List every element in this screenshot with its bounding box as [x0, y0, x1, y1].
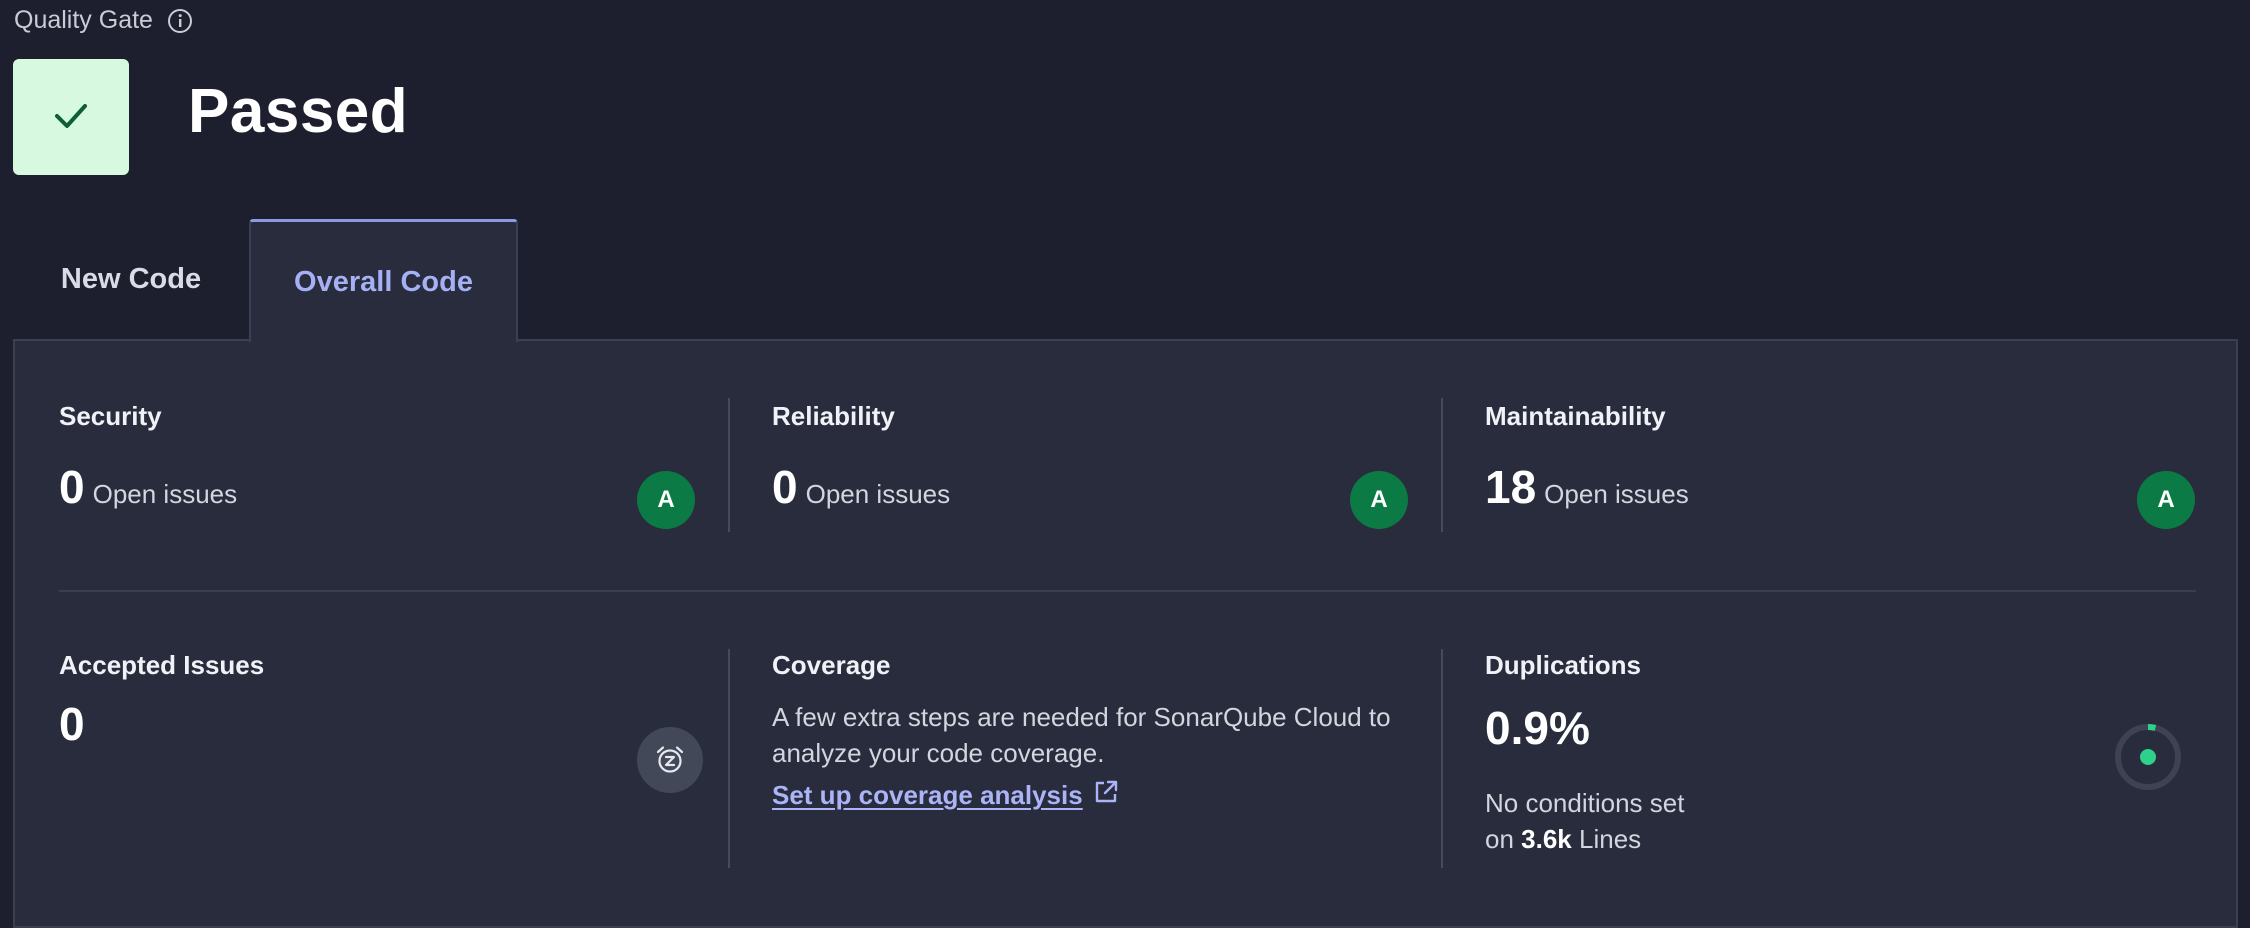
reliability-title: Reliability	[772, 401, 895, 431]
security-issue-label: Open issues	[92, 479, 238, 509]
maintainability-issue-label: Open issues	[1544, 479, 1689, 509]
security-issue-count[interactable]: 0	[59, 460, 85, 514]
security-title: Security	[59, 401, 162, 431]
reliability-grade-badge[interactable]: A	[1350, 471, 1408, 529]
duplications-value[interactable]: 0.9%	[1485, 701, 2195, 755]
tab-overall-code[interactable]: Overall Code	[249, 219, 518, 342]
reliability-issue-label: Open issues	[805, 479, 951, 509]
security-metric[interactable]: 0 Open issues	[59, 460, 699, 514]
divider	[728, 398, 730, 532]
quality-gate-status: Passed	[188, 77, 409, 146]
quality-gate-header: Quality Gate	[14, 6, 193, 35]
info-icon[interactable]	[167, 8, 193, 34]
divider	[728, 649, 730, 868]
accepted-issues-title: Accepted Issues	[59, 650, 265, 680]
coverage-description: A few extra steps are needed for SonarQu…	[772, 702, 1391, 768]
security-card: Security 0 Open issues A	[59, 401, 699, 541]
reliability-metric[interactable]: 0 Open issues	[772, 460, 1412, 514]
code-tabs: New Code Overall Code	[13, 219, 518, 342]
duplications-note-prefix: No conditions set	[1485, 788, 1685, 818]
section-divider	[59, 590, 2196, 592]
snooze-icon	[637, 727, 703, 793]
accepted-issues-card: Accepted Issues 0	[59, 650, 703, 870]
quality-gate-label: Quality Gate	[14, 6, 153, 34]
external-link-icon[interactable]	[1093, 779, 1119, 812]
check-icon	[51, 95, 91, 140]
duplications-title: Duplications	[1485, 650, 1642, 680]
setup-coverage-link-label[interactable]: Set up coverage analysis	[772, 780, 1083, 811]
duplications-lines-label: Lines	[1579, 824, 1642, 854]
duplications-note: No conditions set on 3.6k Lines	[1485, 785, 2195, 857]
duplications-donut-arc	[2147, 724, 2157, 731]
reliability-issue-count[interactable]: 0	[772, 460, 798, 514]
quality-gate-status-box	[13, 59, 129, 175]
setup-coverage-link[interactable]: Set up coverage analysis	[772, 779, 1119, 812]
maintainability-card: Maintainability 18 Open issues A	[1485, 401, 2195, 541]
security-grade-badge[interactable]: A	[637, 471, 695, 529]
divider	[1441, 398, 1443, 532]
reliability-card: Reliability 0 Open issues A	[772, 401, 1412, 541]
tab-new-code[interactable]: New Code	[13, 219, 249, 340]
maintainability-issue-count[interactable]: 18	[1485, 460, 1536, 514]
maintainability-grade-badge[interactable]: A	[2137, 471, 2195, 529]
duplications-note-on: on	[1485, 824, 1514, 854]
duplications-donut-chart[interactable]	[2113, 722, 2183, 792]
divider	[1441, 649, 1443, 868]
maintainability-title: Maintainability	[1485, 401, 1666, 431]
accepted-issues-count[interactable]: 0	[59, 697, 699, 751]
coverage-title: Coverage	[772, 650, 891, 680]
coverage-card: Coverage A few extra steps are needed fo…	[772, 650, 1412, 870]
duplications-lines-count: 3.6k	[1521, 824, 1572, 854]
duplications-card: Duplications 0.9% No conditions set on 3…	[1485, 650, 2195, 880]
maintainability-metric[interactable]: 18 Open issues	[1485, 460, 2195, 514]
measures-panel: Security 0 Open issues A Reliability 0 O…	[13, 339, 2238, 928]
